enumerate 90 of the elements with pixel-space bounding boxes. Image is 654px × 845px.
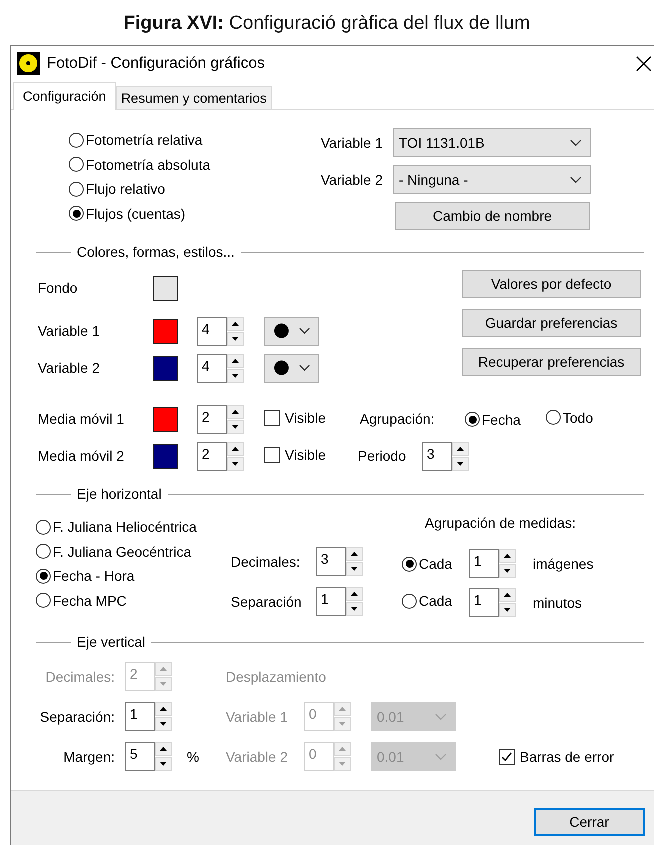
field-label: Separación: [39,708,115,724]
radio-button[interactable]: F. Juliana Heliocéntrica [36,519,197,536]
field-label: Variable 1 [226,708,290,724]
group-title: Agrupación de medidas: [425,515,576,531]
field-label: Margen: [62,748,115,764]
radio-button[interactable]: Flujo relativo [69,181,166,198]
number-field[interactable]: 2 [197,404,227,434]
radio-button[interactable]: Fecha [465,412,521,428]
chevron-icon [299,364,311,372]
app-icon [17,52,40,75]
radio-button[interactable]: Cada [402,556,452,572]
chevron-icon [435,712,447,720]
spin-arrows[interactable] [155,702,172,731]
section-title: Eje horizontal [76,486,163,502]
color-swatch[interactable] [153,406,178,432]
checkbox[interactable]: Visible [264,410,326,426]
action-button[interactable]: Guardar preferencias [462,309,641,337]
radio-button[interactable]: Fotometría relativa [69,132,203,148]
chevron-icon [299,327,311,335]
field-label: Variable 2 [38,360,102,376]
color-swatch[interactable] [153,356,178,380]
color-swatch[interactable] [153,318,178,344]
tab[interactable]: Configuración [13,82,116,110]
number-field[interactable]: 3 [316,547,346,576]
circle-icon [274,360,290,376]
marker-dropdown[interactable] [264,316,319,346]
spin-arrows[interactable] [227,354,244,382]
radio-button[interactable]: Fotometría absoluta [69,156,211,173]
field-label: Variable 2 [321,172,384,188]
field-label: Variable 1 [38,323,102,339]
field-label: imágenes [533,556,594,572]
field-label: Variable 2 [226,748,290,764]
radio-button[interactable]: F. Juliana Geocéntrica [36,544,192,560]
close-icon[interactable] [636,56,652,72]
field-label: % [187,748,200,764]
field-label: Decimales: [231,554,302,570]
field-label: Variable 1 [321,134,384,150]
action-button[interactable]: Recuperar preferencias [462,348,641,376]
marker-dropdown[interactable] [264,354,319,382]
color-swatch[interactable] [153,444,178,468]
spin-arrows[interactable] [499,549,516,578]
field-label: Media móvil 2 [38,448,126,464]
spin-arrows[interactable] [346,587,363,616]
chevron-icon [570,138,582,146]
number-field[interactable]: 4 [197,316,227,346]
chevron-icon [570,176,582,184]
radio-button[interactable]: Flujos (cuentas) [69,206,186,222]
check-icon [501,750,513,762]
number-field[interactable]: 1 [316,587,346,616]
field-label: minutos [533,594,582,610]
number-field[interactable]: 1 [469,549,499,578]
radio-button[interactable]: Fecha MPC [36,592,127,609]
field-label: Desplazamiento [226,668,326,684]
dropdown[interactable]: TOI 1131.01B [393,128,591,157]
dropdown[interactable]: - Ninguna - [393,165,591,194]
spin-arrows[interactable] [499,588,516,617]
spin-arrows[interactable] [227,316,244,346]
field-label: Decimales: [44,668,115,684]
color-swatch[interactable] [153,276,178,300]
circle-icon [274,323,290,339]
number-field[interactable]: 2 [197,442,227,470]
rename-button[interactable]: Cambio de nombre [395,202,590,230]
spin-arrows[interactable] [227,404,244,434]
field-label: Separación [231,594,303,610]
radio-button[interactable]: Todo [546,410,594,426]
number-field[interactable]: 1 [469,588,499,617]
number-field[interactable]: 4 [197,354,227,382]
section-title: Eje vertical [76,634,146,650]
radio-button[interactable]: Cada [402,593,452,610]
number-field[interactable]: 3 [422,442,452,470]
window-title: FotoDif - Configuración gráficos [47,54,265,72]
spin-arrows[interactable] [155,742,172,771]
checkbox[interactable]: Barras de error [499,748,614,764]
field-label: Agrupación: [360,411,436,427]
close-button[interactable]: Cerrar [534,808,645,836]
number-field[interactable]: 5 [125,742,155,771]
radio-button[interactable]: Fecha - Hora [36,568,135,584]
checkbox[interactable]: Visible [264,446,326,462]
number-field[interactable]: 1 [125,702,155,731]
tab[interactable]: Resumen y comentarios [116,86,272,109]
chevron-icon [435,752,447,760]
spin-arrows[interactable] [346,547,363,576]
spin-arrows[interactable] [452,442,469,470]
field-label: Fondo [38,280,79,296]
section-title: Colores, formas, estilos... [76,244,236,260]
figure-caption: Figura XVI: Configuració gràfica del flux de llum [124,12,530,34]
field-label: Media móvil 1 [38,411,126,427]
field-label: Periodo [358,448,408,464]
action-button[interactable]: Valores por defecto [462,270,641,298]
spin-arrows[interactable] [227,442,244,470]
